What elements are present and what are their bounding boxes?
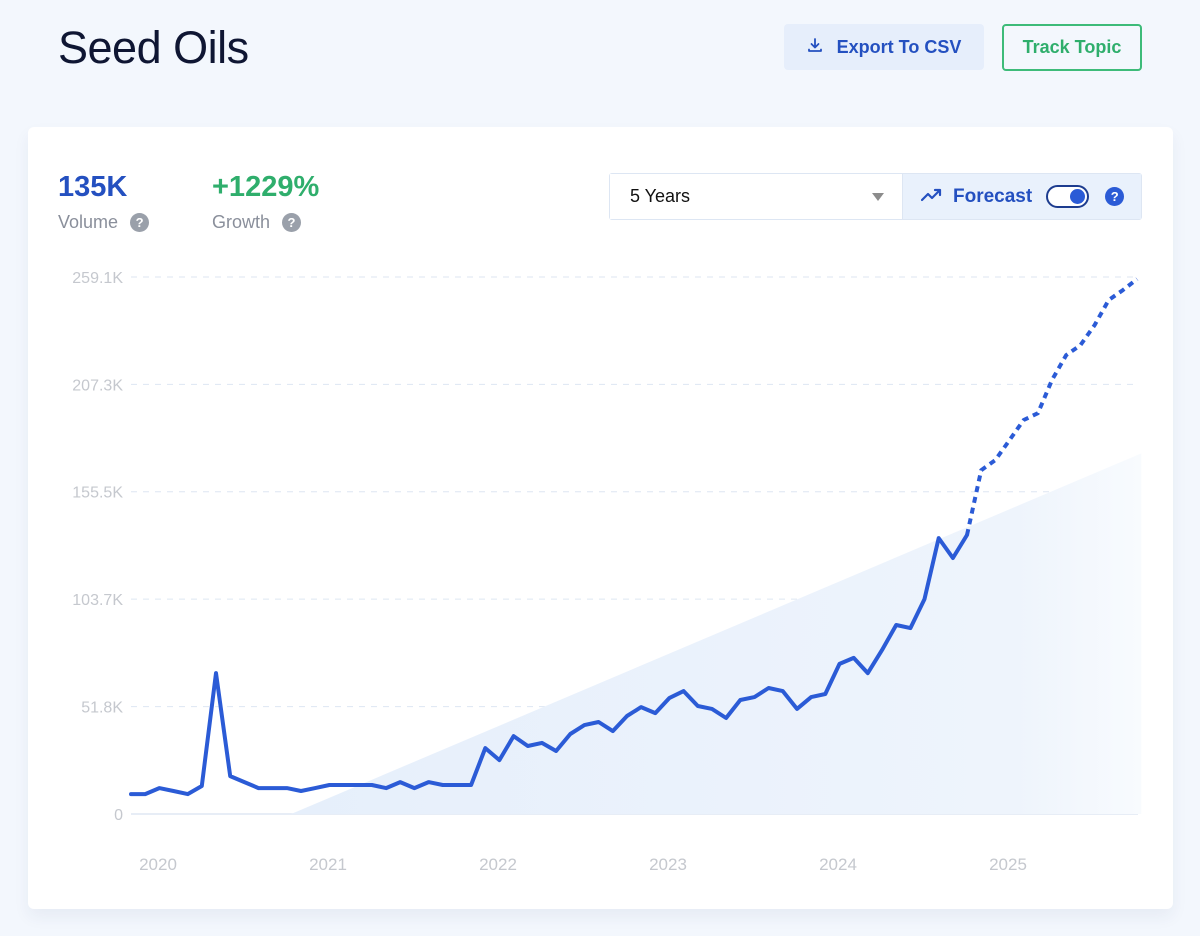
data-point[interactable]	[622, 711, 632, 721]
y-tick-label: 103.7K	[72, 592, 123, 609]
data-point[interactable]	[494, 755, 504, 765]
data-point[interactable]	[438, 780, 448, 790]
data-point[interactable]	[863, 668, 873, 678]
page-title: Seed Oils	[58, 22, 249, 73]
data-point[interactable]	[877, 645, 887, 655]
data-point[interactable]	[820, 689, 830, 699]
y-tick-label: 51.8K	[81, 700, 123, 717]
page-header: Seed Oils Export To CSV Track Topic	[0, 0, 1200, 110]
data-point[interactable]	[225, 771, 235, 781]
forecast-point[interactable]	[1019, 415, 1029, 425]
trend-area	[291, 453, 1142, 814]
data-point[interactable]	[509, 731, 519, 741]
data-point[interactable]	[197, 781, 207, 791]
data-point[interactable]	[452, 780, 462, 790]
data-point[interactable]	[211, 668, 221, 678]
data-point[interactable]	[707, 704, 717, 714]
data-point[interactable]	[636, 702, 646, 712]
data-point[interactable]	[523, 741, 533, 751]
data-point[interactable]	[353, 780, 363, 790]
forecast-point[interactable]	[1118, 285, 1128, 295]
data-point[interactable]	[140, 789, 150, 799]
y-tick-label: 0	[114, 807, 123, 824]
forecast-point[interactable]	[1075, 340, 1085, 350]
data-point[interactable]	[891, 620, 901, 630]
data-point[interactable]	[693, 701, 703, 711]
forecast-point[interactable]	[976, 465, 986, 475]
data-point[interactable]	[749, 692, 759, 702]
data-point[interactable]	[849, 653, 859, 663]
track-topic-button[interactable]: Track Topic	[1002, 24, 1142, 71]
data-point[interactable]	[268, 783, 278, 793]
data-point[interactable]	[310, 783, 320, 793]
x-tick-label: 2023	[649, 855, 687, 874]
export-csv-label: Export To CSV	[836, 36, 962, 57]
data-point[interactable]	[948, 553, 958, 563]
x-tick-label: 2022	[479, 855, 517, 874]
data-point[interactable]	[424, 777, 434, 787]
export-csv-button[interactable]: Export To CSV	[784, 24, 984, 70]
data-point[interactable]	[905, 623, 915, 633]
data-point[interactable]	[154, 783, 164, 793]
data-point[interactable]	[282, 783, 292, 793]
forecast-point[interactable]	[962, 530, 972, 540]
x-tick-label: 2025	[989, 855, 1027, 874]
x-tick-label: 2021	[309, 855, 347, 874]
data-point[interactable]	[735, 695, 745, 705]
data-point[interactable]	[721, 713, 731, 723]
x-tick-label: 2020	[139, 855, 177, 874]
data-point[interactable]	[778, 686, 788, 696]
data-point[interactable]	[920, 594, 930, 604]
data-point[interactable]	[324, 780, 334, 790]
data-point[interactable]	[934, 533, 944, 543]
data-point[interactable]	[679, 686, 689, 696]
data-point[interactable]	[594, 717, 604, 727]
data-point[interactable]	[183, 789, 193, 799]
forecast-point[interactable]	[1033, 408, 1043, 418]
line-chart: 0 51.8K 103.7K 155.5K 207.3K 259.1K 2020 2021 2…	[72, 270, 1142, 874]
y-tick-label: 207.3K	[72, 377, 123, 394]
forecast-point[interactable]	[1061, 350, 1071, 360]
data-point[interactable]	[480, 743, 490, 753]
data-point[interactable]	[126, 789, 136, 799]
forecast-point[interactable]	[1047, 375, 1057, 385]
data-point[interactable]	[409, 783, 419, 793]
data-point[interactable]	[169, 786, 179, 796]
y-tick-label: 155.5K	[72, 485, 123, 502]
download-icon	[807, 37, 823, 58]
data-point[interactable]	[395, 777, 405, 787]
data-point[interactable]	[664, 693, 674, 703]
forecast-point[interactable]	[1005, 435, 1015, 445]
forecast-point[interactable]	[990, 455, 1000, 465]
data-point[interactable]	[551, 746, 561, 756]
data-point[interactable]	[806, 692, 816, 702]
data-point[interactable]	[296, 786, 306, 796]
data-point[interactable]	[608, 726, 618, 736]
data-point[interactable]	[835, 659, 845, 669]
forecast-point[interactable]	[1090, 320, 1100, 330]
y-tick-label: 259.1K	[72, 270, 123, 287]
data-point[interactable]	[650, 708, 660, 718]
data-point[interactable]	[367, 780, 377, 790]
chart-card: 135K Volume ? +1229% Growth ? 5 Years Fo…	[28, 127, 1173, 909]
forecast-point[interactable]	[1104, 295, 1114, 305]
data-point[interactable]	[254, 783, 264, 793]
data-point[interactable]	[565, 729, 575, 739]
forecast-point[interactable]	[1132, 274, 1142, 284]
data-point[interactable]	[239, 777, 249, 787]
data-point[interactable]	[764, 683, 774, 693]
data-point[interactable]	[579, 720, 589, 730]
data-point[interactable]	[537, 738, 547, 748]
data-point[interactable]	[792, 704, 802, 714]
data-point[interactable]	[381, 783, 391, 793]
data-point[interactable]	[339, 780, 349, 790]
x-tick-label: 2024	[819, 855, 857, 874]
data-point[interactable]	[466, 780, 476, 790]
